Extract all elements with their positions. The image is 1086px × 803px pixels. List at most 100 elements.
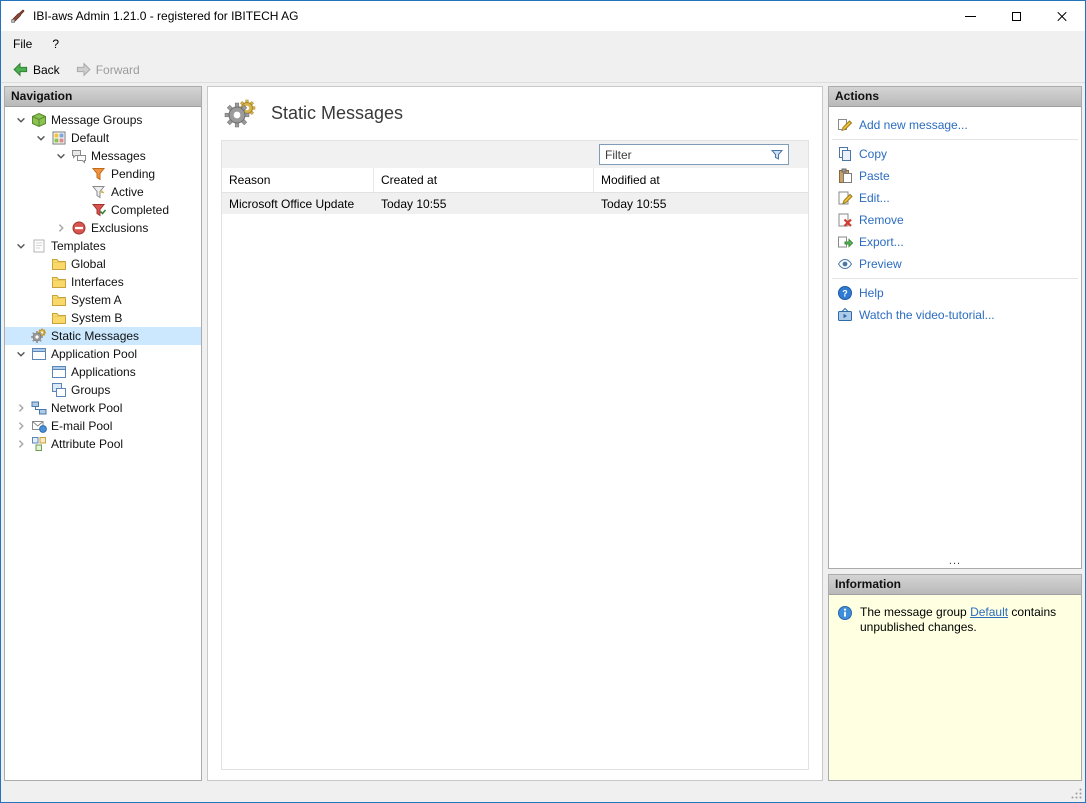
- tree-item-label: Templates: [51, 239, 106, 253]
- tree-item-system-a[interactable]: System A: [5, 291, 201, 309]
- page-title: Static Messages: [271, 103, 403, 124]
- funnel-icon[interactable]: [770, 148, 784, 162]
- forward-button[interactable]: Forward: [69, 59, 146, 80]
- tree-item-application-pool[interactable]: Application Pool: [5, 345, 201, 363]
- folder-icon: [51, 274, 67, 290]
- info-icon: [837, 605, 853, 621]
- action-label: Add new message...: [859, 118, 968, 132]
- maximize-button[interactable]: [993, 1, 1039, 31]
- window-title: IBI-aws Admin 1.21.0 - registered for IB…: [33, 9, 298, 23]
- tree-item-label: Global: [71, 257, 106, 271]
- tree-item-pending[interactable]: Pending: [5, 165, 201, 183]
- chevron-down-icon[interactable]: [53, 148, 69, 164]
- tree-item-attribute-pool[interactable]: Attribute Pool: [5, 435, 201, 453]
- content-panel: Static Messages Reason Created at Modifi…: [207, 86, 823, 781]
- title-bar[interactable]: IBI-aws Admin 1.21.0 - registered for IB…: [1, 1, 1085, 31]
- minimize-button[interactable]: [947, 1, 993, 31]
- tree-item-label: Groups: [71, 383, 110, 397]
- divider: [832, 139, 1078, 140]
- tree-item-email-pool[interactable]: E-mail Pool: [5, 417, 201, 435]
- chevron-down-icon[interactable]: [13, 346, 29, 362]
- tree-item-static-messages[interactable]: Static Messages: [5, 327, 201, 345]
- tree-item-label: Network Pool: [51, 401, 122, 415]
- tree-item-templates[interactable]: Templates: [5, 237, 201, 255]
- action-preview[interactable]: Preview: [829, 253, 1081, 275]
- info-text-before: The message group: [860, 605, 970, 619]
- chevron-right-icon[interactable]: [13, 436, 29, 452]
- folder-icon: [51, 310, 67, 326]
- menu-bar: File ?: [1, 31, 1085, 57]
- chevron-right-icon[interactable]: [13, 400, 29, 416]
- expander-spacer: [33, 382, 49, 398]
- chevron-right-icon[interactable]: [13, 418, 29, 434]
- content-header: Static Messages: [208, 87, 822, 140]
- navigation-header: Navigation: [5, 87, 201, 107]
- messages-icon: [71, 148, 87, 164]
- paste-icon: [837, 168, 853, 184]
- tree-item-system-b[interactable]: System B: [5, 309, 201, 327]
- tree-item-completed[interactable]: Completed: [5, 201, 201, 219]
- tree-item-label: Applications: [71, 365, 136, 379]
- tree-item-groups[interactable]: Groups: [5, 381, 201, 399]
- action-label: Remove: [859, 213, 904, 227]
- column-header-created-at[interactable]: Created at: [374, 168, 594, 192]
- tree-item-applications[interactable]: Applications: [5, 363, 201, 381]
- expander-spacer: [33, 274, 49, 290]
- action-remove[interactable]: Remove: [829, 209, 1081, 231]
- edit-icon: [837, 190, 853, 206]
- tree-item-messages[interactable]: Messages: [5, 147, 201, 165]
- default-group-link[interactable]: Default: [970, 605, 1008, 619]
- action-edit[interactable]: Edit...: [829, 187, 1081, 209]
- action-watch-video-tutorial[interactable]: Watch the video-tutorial...: [829, 304, 1081, 326]
- maximize-icon: [1012, 12, 1021, 21]
- chevron-down-icon[interactable]: [13, 112, 29, 128]
- chevron-down-icon[interactable]: [13, 238, 29, 254]
- chevron-down-icon[interactable]: [33, 130, 49, 146]
- resize-grip[interactable]: [1070, 787, 1083, 800]
- tree-item-label: Pending: [111, 167, 155, 181]
- cell-modified-at: Today 10:55: [594, 193, 808, 214]
- filter-input[interactable]: [600, 145, 770, 164]
- actions-overflow-indicator[interactable]: ...: [829, 555, 1081, 567]
- action-export[interactable]: Export...: [829, 231, 1081, 253]
- expander-spacer: [73, 202, 89, 218]
- tree-item-label: System B: [71, 311, 122, 325]
- window-controls: [947, 1, 1085, 31]
- tree-item-default[interactable]: Default: [5, 129, 201, 147]
- preview-icon: [837, 256, 853, 272]
- folder-icon: [51, 292, 67, 308]
- message-group-icon: [51, 130, 67, 146]
- tree-item-active[interactable]: Active: [5, 183, 201, 201]
- tree-item-message-groups[interactable]: Message Groups: [5, 111, 201, 129]
- back-button[interactable]: Back: [6, 59, 66, 80]
- chevron-right-icon[interactable]: [53, 220, 69, 236]
- tree-item-exclusions[interactable]: Exclusions: [5, 219, 201, 237]
- video-tutorial-icon: [837, 307, 853, 323]
- action-add-new-message[interactable]: Add new message...: [829, 114, 1081, 136]
- table-empty-area: [222, 214, 808, 769]
- column-header-modified-at[interactable]: Modified at: [594, 168, 808, 192]
- tree-item-global[interactable]: Global: [5, 255, 201, 273]
- close-button[interactable]: [1039, 1, 1085, 31]
- table-row[interactable]: Microsoft Office Update Today 10:55 Toda…: [222, 193, 808, 214]
- menu-file[interactable]: File: [3, 33, 42, 55]
- information-panel: Information The message group Default co…: [828, 574, 1082, 781]
- minimize-icon: [965, 16, 976, 17]
- remove-icon: [837, 212, 853, 228]
- action-label: Watch the video-tutorial...: [859, 308, 995, 322]
- funnel-active-icon: [91, 184, 107, 200]
- messages-table: Reason Created at Modified at Microsoft …: [221, 140, 809, 770]
- tree-item-network-pool[interactable]: Network Pool: [5, 399, 201, 417]
- right-column: Actions Add new message... Copy Paste: [828, 86, 1082, 781]
- action-help[interactable]: ? Help: [829, 282, 1081, 304]
- help-icon: ?: [837, 285, 853, 301]
- expander-spacer: [33, 364, 49, 380]
- forward-label: Forward: [96, 63, 140, 77]
- action-copy[interactable]: Copy: [829, 143, 1081, 165]
- information-content: The message group Default contains unpub…: [829, 595, 1081, 780]
- action-paste[interactable]: Paste: [829, 165, 1081, 187]
- tree-item-interfaces[interactable]: Interfaces: [5, 273, 201, 291]
- menu-help[interactable]: ?: [42, 33, 69, 55]
- column-header-reason[interactable]: Reason: [222, 168, 374, 192]
- expander-spacer: [73, 184, 89, 200]
